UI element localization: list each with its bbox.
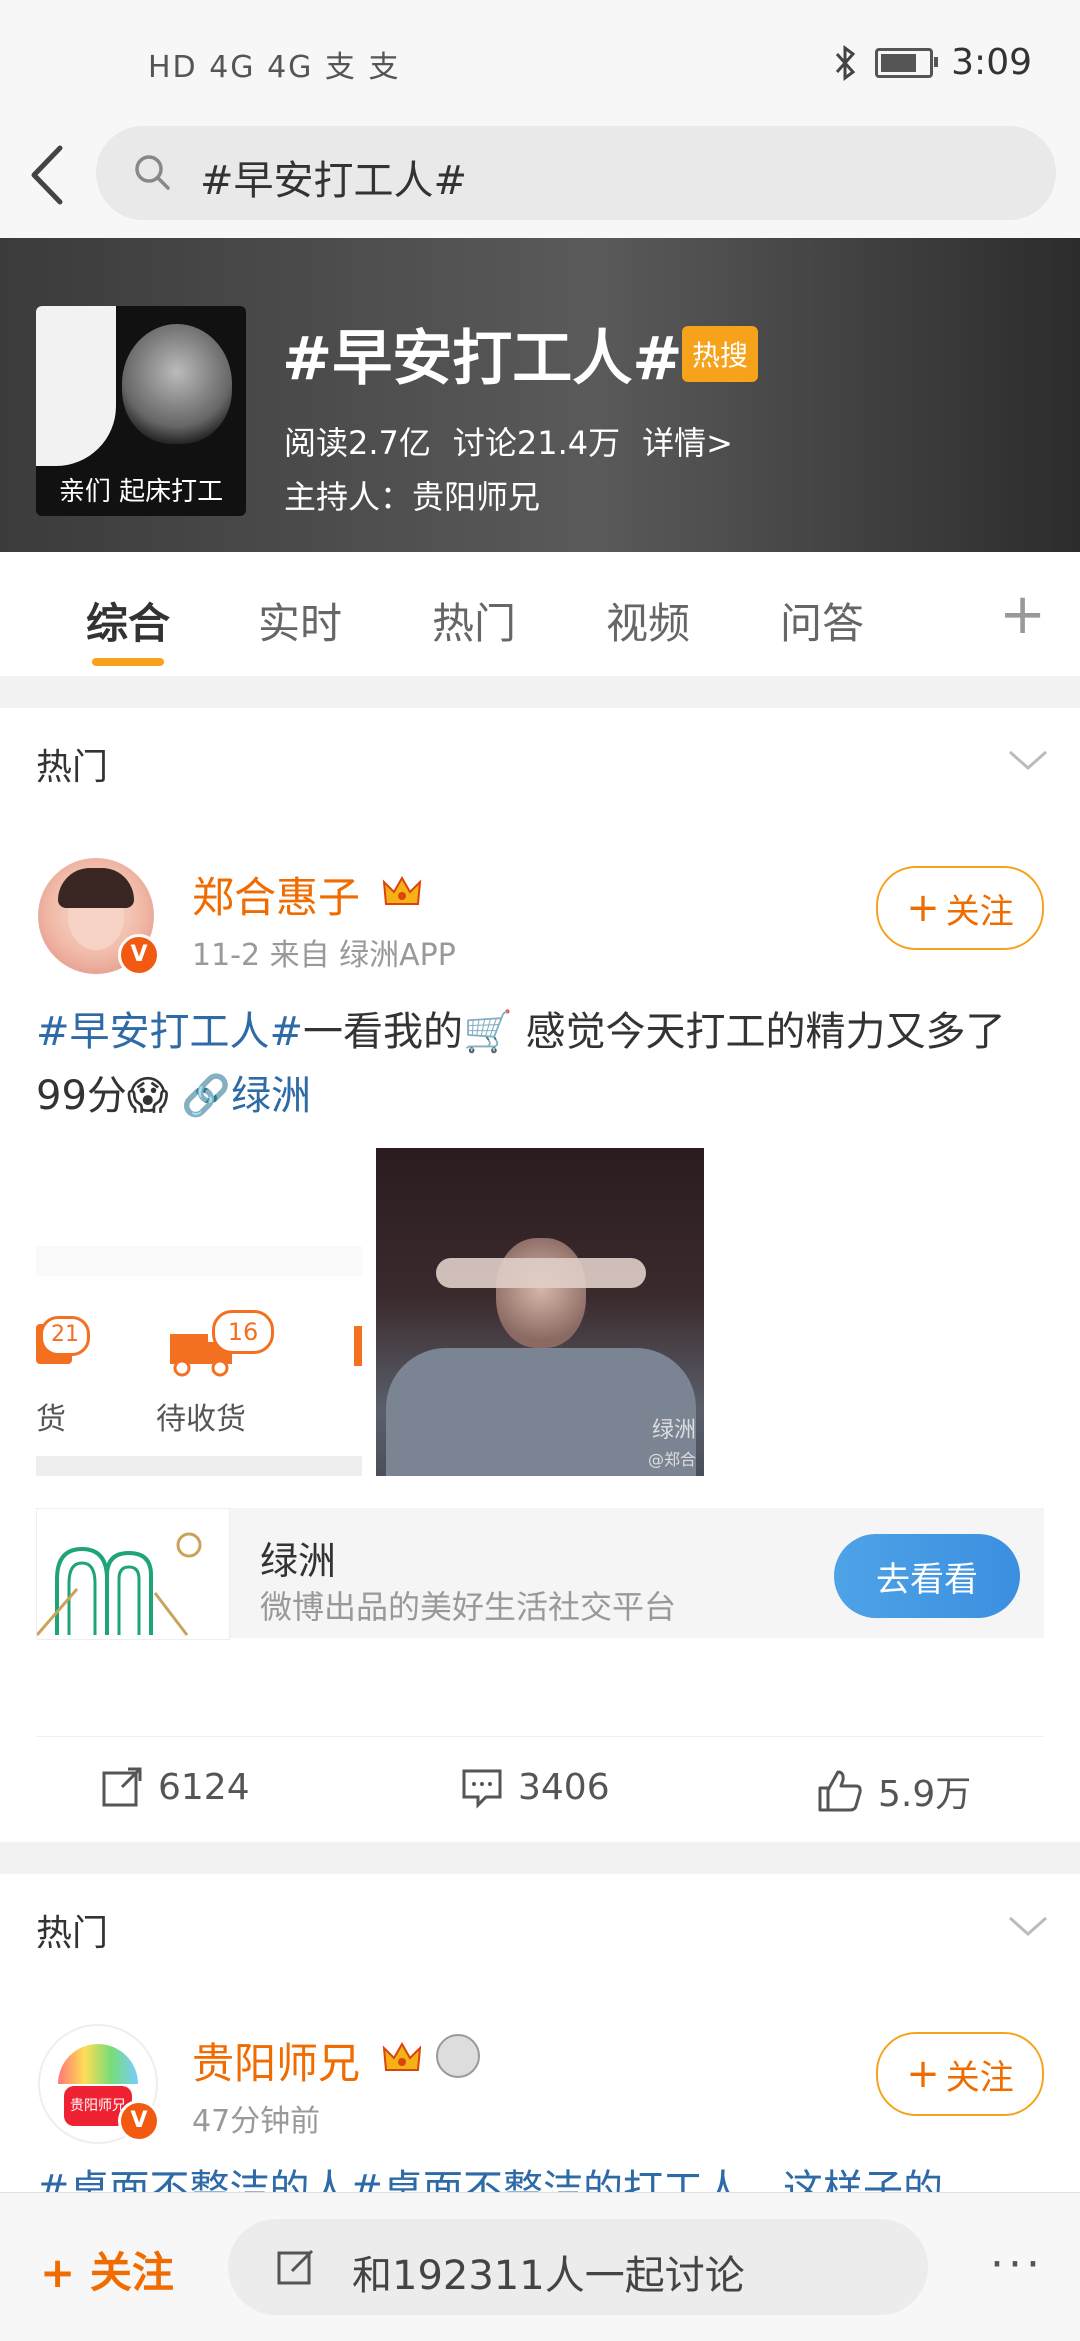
post-text: #早安打工人#一看我的🛒 感觉今天打工的精力又多了99分😱 🔗绿洲 bbox=[36, 1000, 1046, 1128]
link-icon: 🔗 bbox=[181, 1073, 232, 1119]
follow-label: 关注 bbox=[945, 2057, 1014, 2098]
network-indicators: HD 4G 4G 支 支 bbox=[148, 50, 401, 85]
topic-host[interactable]: 主持人：贵阳师兄 bbox=[284, 472, 540, 518]
more-icon[interactable]: ··· bbox=[990, 2239, 1044, 2290]
comment-button[interactable]: 3406 bbox=[460, 1765, 610, 1809]
topic-title: #早安打工人# bbox=[282, 324, 683, 394]
oasis-logo bbox=[35, 1508, 230, 1640]
search-header: #早安打工人# bbox=[0, 110, 1080, 238]
repost-count: 6124 bbox=[158, 1766, 250, 1808]
count-badge: 16 bbox=[212, 1310, 274, 1354]
photo-watermark: @郑合 bbox=[647, 1450, 696, 1469]
edit-icon bbox=[277, 2249, 314, 2285]
tab-realtime[interactable]: 实时 bbox=[258, 590, 342, 651]
section-label: 热门 bbox=[36, 747, 109, 788]
tab-qa[interactable]: 问答 bbox=[780, 590, 864, 651]
comment-icon bbox=[462, 1769, 502, 1809]
tab-hot[interactable]: 热门 bbox=[432, 590, 516, 651]
repost-button[interactable]: 6124 bbox=[100, 1765, 250, 1809]
post-link-text: 绿洲 bbox=[231, 1073, 312, 1119]
back-arrow-icon[interactable] bbox=[20, 140, 80, 210]
topic-banner: 亲们 起床打工 #早安打工人# 热搜 阅读2.7亿 讨论21.4万 详情> 主持… bbox=[0, 238, 1080, 552]
order-label: 货 bbox=[36, 1402, 66, 1437]
topic-stats: 阅读2.7亿 讨论21.4万 详情> bbox=[284, 418, 733, 464]
chevron-down-icon[interactable] bbox=[1006, 1904, 1050, 1948]
follow-label: 关注 bbox=[945, 891, 1014, 932]
topic-image-caption: 亲们 起床打工 bbox=[58, 477, 224, 507]
post-meta: 47分钟前 bbox=[192, 2104, 321, 2139]
post-image-screenshot[interactable]: 21 货 16 待收货 bbox=[36, 1246, 362, 1540]
crown-icon bbox=[382, 875, 422, 905]
comment-count: 3406 bbox=[518, 1766, 610, 1808]
search-input[interactable]: #早安打工人# bbox=[96, 126, 1056, 220]
section-label: 热门 bbox=[36, 1913, 109, 1954]
topic-details-link[interactable]: 详情> bbox=[642, 418, 733, 464]
chevron-down-icon[interactable] bbox=[1006, 738, 1050, 782]
verified-badge-icon: V bbox=[118, 934, 160, 976]
follow-button[interactable]: + 关注 bbox=[876, 2032, 1044, 2116]
section-header-hot-2[interactable]: 热门 bbox=[0, 1874, 1080, 1979]
topic-discussions: 讨论21.4万 bbox=[452, 424, 621, 462]
post-hashtag[interactable]: #早安打工人# bbox=[36, 1009, 303, 1055]
discussion-input[interactable]: 和192311人一起讨论 bbox=[228, 2219, 928, 2315]
post-card: V 郑合惠子 11-2 来自 绿洲APP + 关注 #早安打工人#一看我的🛒 感觉… bbox=[0, 812, 1080, 1842]
status-indicators: HD 4G 4G 支 支 bbox=[148, 42, 400, 86]
tab-comprehensive[interactable]: 综合 bbox=[86, 590, 170, 651]
post-card: 贵阳师兄 V 贵阳师兄 47分钟前 + 关注 #桌面不整洁的人#桌面不整洁的打工人… bbox=[0, 1978, 1080, 2213]
clock: 3:09 bbox=[951, 42, 1032, 83]
verified-badge-icon: V bbox=[118, 2100, 160, 2142]
follow-button[interactable]: + 关注 bbox=[876, 866, 1044, 950]
post-actions: 6124 3406 5.9万 bbox=[36, 1736, 1044, 1837]
app-card-title: 绿洲 bbox=[260, 1539, 337, 1583]
tab-bar: 综合 实时 热门 视频 问答 + bbox=[0, 552, 1080, 676]
share-icon bbox=[102, 1767, 142, 1807]
post-author[interactable]: 郑合惠子 bbox=[192, 864, 360, 925]
section-header-hot[interactable]: 热门 bbox=[0, 708, 1080, 813]
app-card-subtitle: 微博出品的美好生活社交平台 bbox=[260, 1588, 677, 1626]
discussion-placeholder: 和192311人一起讨论 bbox=[352, 2253, 745, 2299]
oasis-logo-icon bbox=[35, 1532, 202, 1636]
like-button[interactable]: 5.9万 bbox=[816, 1765, 971, 1817]
post-image-photo[interactable]: 绿洲 @郑合 bbox=[376, 1148, 704, 1476]
count-badge: 21 bbox=[40, 1316, 90, 1356]
app-link-card[interactable]: 绿洲 微博出品的美好生活社交平台 去看看 bbox=[35, 1508, 1044, 1640]
like-count: 5.9万 bbox=[878, 1774, 972, 1815]
post-link[interactable]: 🔗绿洲 bbox=[181, 1073, 311, 1119]
search-icon bbox=[135, 155, 170, 190]
bluetooth-icon bbox=[836, 44, 856, 81]
status-right: 3:09 bbox=[833, 42, 1032, 83]
battery-icon bbox=[875, 47, 939, 78]
add-tab-icon[interactable]: + bbox=[999, 582, 1046, 647]
bottom-bar: + 关注 和192311人一起讨论 ··· bbox=[0, 2192, 1080, 2341]
post-meta: 11-2 来自 绿洲APP bbox=[192, 938, 456, 973]
topic-image[interactable]: 亲们 起床打工 bbox=[36, 306, 246, 516]
photo-watermark: 绿洲 bbox=[651, 1418, 696, 1443]
hot-search-badge: 热搜 bbox=[682, 326, 759, 382]
search-query: #早安打工人# bbox=[200, 158, 468, 204]
tab-video[interactable]: 视频 bbox=[606, 590, 690, 651]
thumbs-up-icon bbox=[818, 1770, 862, 1812]
order-label: 待收货 bbox=[156, 1402, 246, 1437]
medal-icon bbox=[436, 2034, 480, 2078]
open-app-button[interactable]: 去看看 bbox=[834, 1534, 1020, 1618]
post-author[interactable]: 贵阳师兄 bbox=[192, 2030, 360, 2091]
crown-icon bbox=[382, 2041, 422, 2071]
active-tab-indicator bbox=[92, 658, 164, 666]
topic-reads: 阅读2.7亿 bbox=[284, 424, 431, 462]
follow-topic-button[interactable]: + 关注 bbox=[40, 2239, 174, 2300]
